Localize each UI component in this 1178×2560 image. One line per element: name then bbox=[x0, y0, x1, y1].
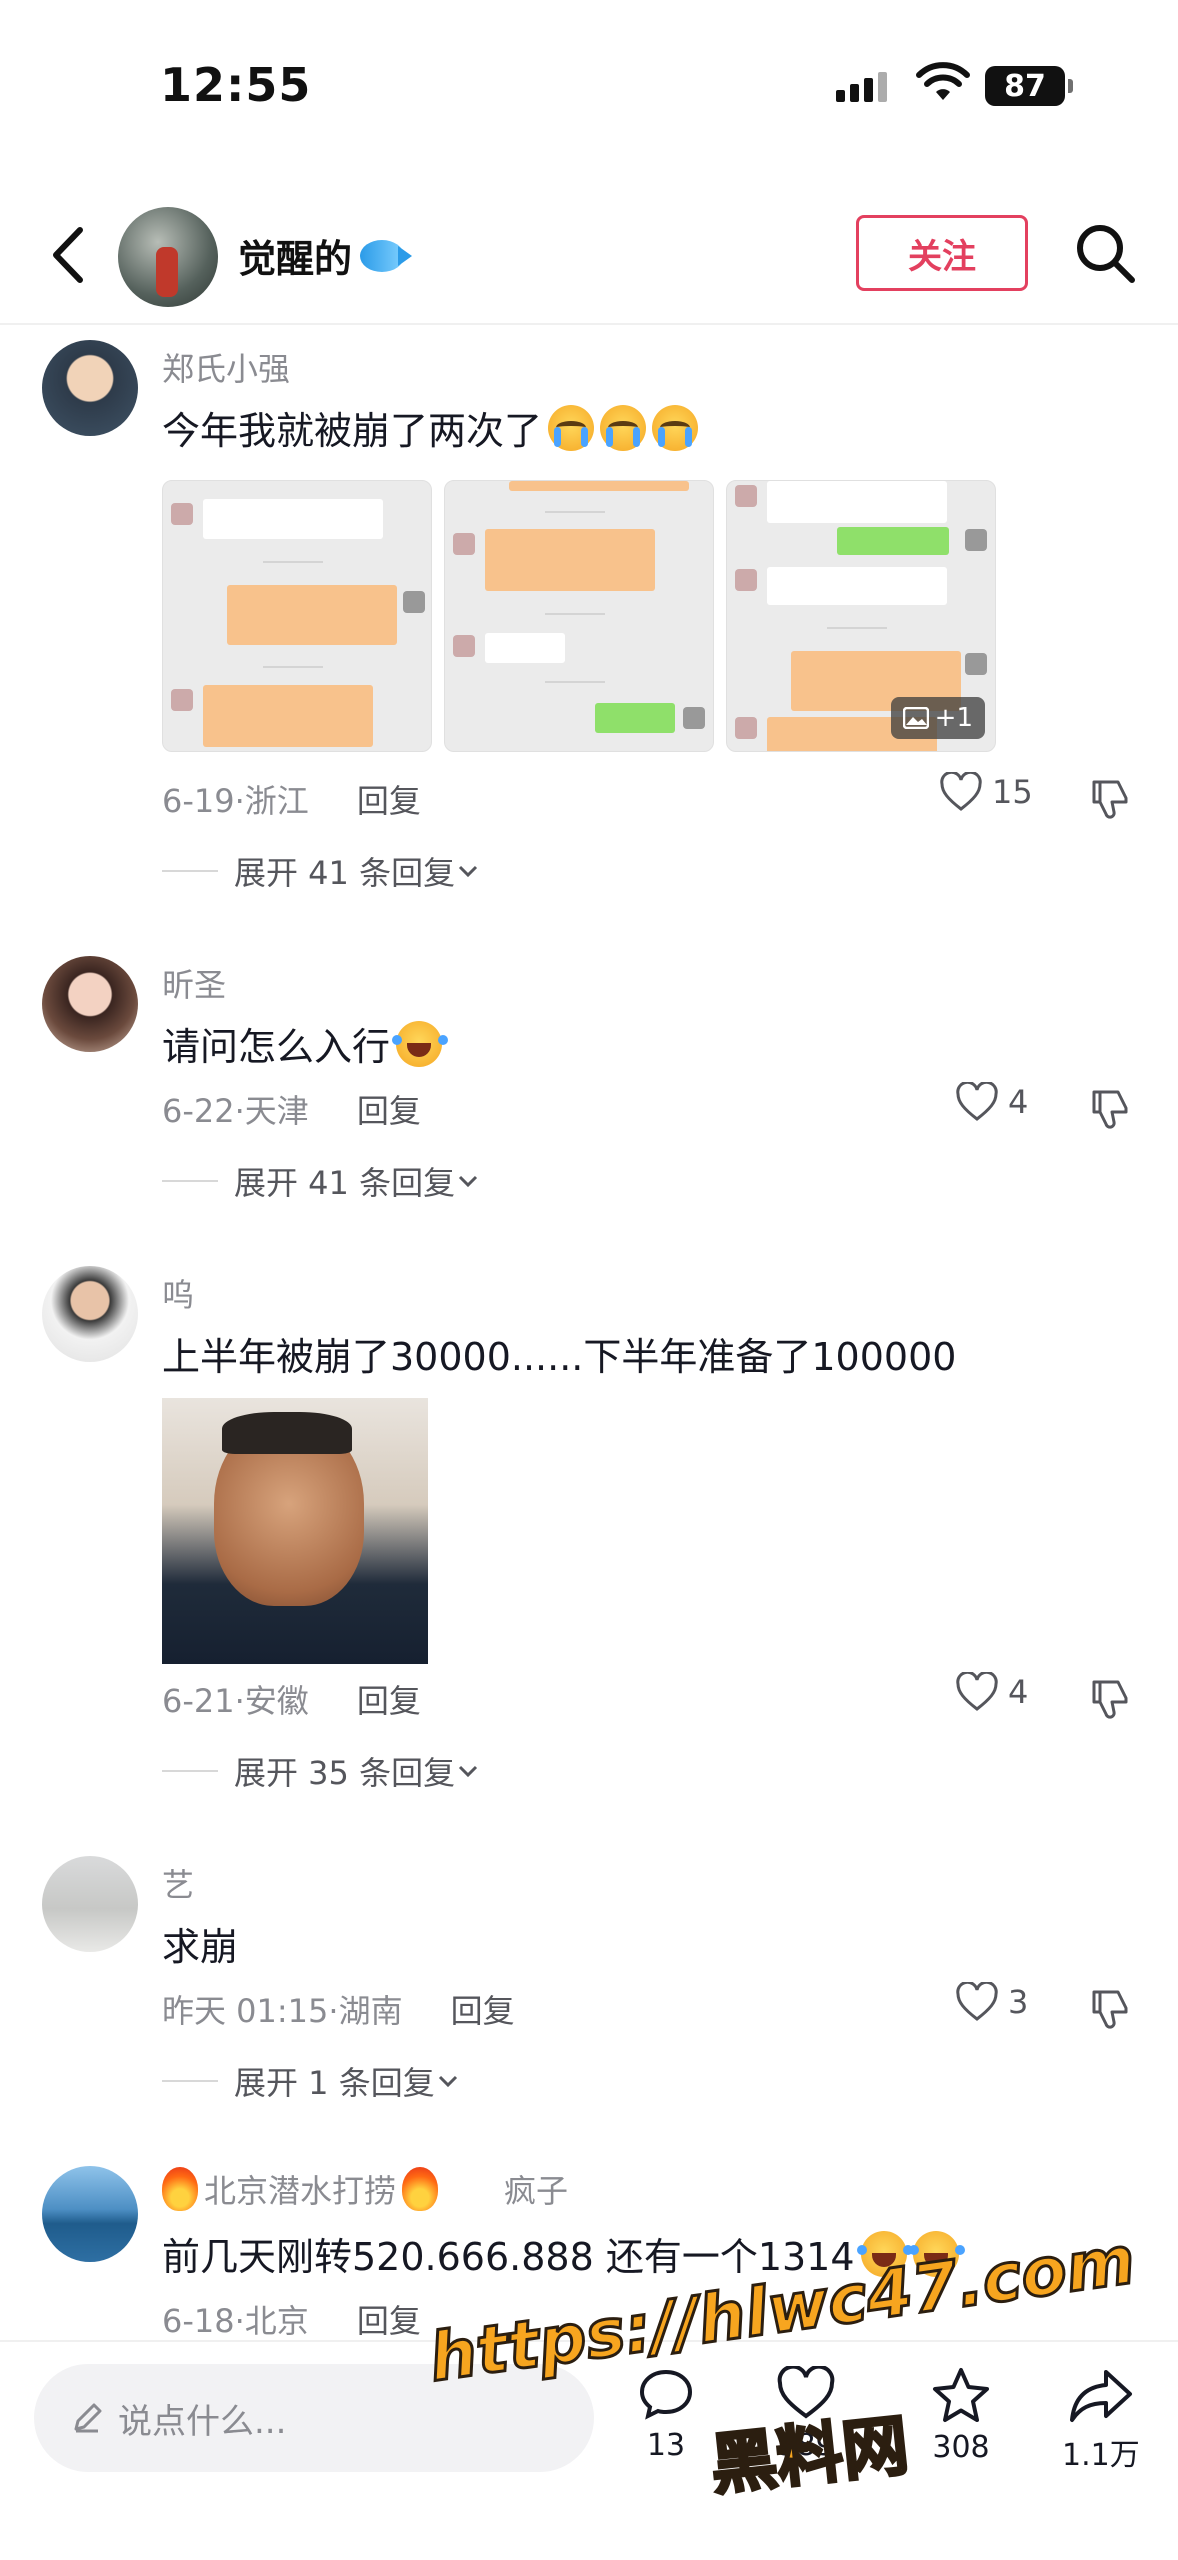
comment-meta: 6-19·浙江 回复 bbox=[162, 776, 421, 822]
fire-emoji-icon bbox=[402, 2167, 439, 2211]
comment-text-content: 求崩 bbox=[162, 1925, 239, 1969]
comment-location: 安徽 bbox=[244, 1682, 309, 1720]
commenter-avatar[interactable] bbox=[42, 1266, 138, 1362]
chat-screenshot-image[interactable] bbox=[444, 480, 714, 752]
heart-icon bbox=[956, 1082, 998, 1121]
comment-location: 浙江 bbox=[244, 782, 309, 820]
comment-date: 6-19 bbox=[162, 782, 235, 820]
comment-meta: 昨天 01:15·湖南 回复 bbox=[162, 1986, 515, 2032]
expand-replies-label: 展开 1 条回复 bbox=[234, 2064, 435, 2102]
comment-text-content: 请问怎么入行 bbox=[162, 1025, 391, 1069]
expand-replies-button[interactable]: 展开 35 条回复 bbox=[162, 1748, 481, 1794]
expand-replies-label: 展开 41 条回复 bbox=[234, 854, 456, 892]
commenter-avatar[interactable] bbox=[42, 340, 138, 436]
like-count: 3 bbox=[1008, 1983, 1029, 2021]
comment-meta: 6-18·北京 回复 bbox=[162, 2296, 421, 2342]
comment-text-content: 今年我就被崩了两次了 bbox=[162, 409, 543, 453]
image-icon bbox=[902, 707, 929, 729]
heart-icon bbox=[940, 772, 982, 811]
comment-location: 湖南 bbox=[338, 1992, 403, 2030]
comment-meta: 6-22·天津 回复 bbox=[162, 1086, 421, 1132]
commenter-avatar[interactable] bbox=[42, 1856, 138, 1952]
comment-text: 上半年被崩了30000......下半年准备了100000 bbox=[162, 1326, 956, 1381]
cellular-signal-icon bbox=[836, 72, 887, 102]
search-icon[interactable] bbox=[1070, 218, 1140, 288]
chevron-down-icon bbox=[459, 865, 478, 878]
dislike-icon[interactable] bbox=[1088, 776, 1132, 820]
status-bar: 12:55 87 bbox=[0, 0, 1178, 170]
wifi-icon bbox=[916, 62, 970, 100]
heart-icon bbox=[956, 1672, 998, 1711]
comment-username[interactable]: 呜 bbox=[162, 1270, 194, 1316]
comment-username-text: 北京潜水打捞 bbox=[204, 2172, 397, 2210]
comment-input-placeholder: 说点什么... bbox=[118, 2401, 287, 2442]
comment-image-gallery: +1 bbox=[162, 480, 996, 752]
comment-username[interactable]: 北京潜水打捞 疯子 bbox=[162, 2166, 568, 2212]
reply-button[interactable]: 回复 bbox=[357, 2296, 421, 2342]
expand-replies-button[interactable]: 展开 41 条回复 bbox=[162, 848, 481, 894]
comment-date: 6-18 bbox=[162, 2302, 235, 2340]
author-name[interactable]: 觉醒的 bbox=[238, 228, 413, 283]
cry-emoji-icon bbox=[548, 404, 595, 451]
more-images-count: +1 bbox=[934, 703, 973, 733]
comment-date: 昨天 01:15 bbox=[162, 1992, 329, 2030]
reply-button[interactable]: 回复 bbox=[357, 1676, 421, 1722]
dislike-icon[interactable] bbox=[1088, 1086, 1132, 1130]
pencil-icon bbox=[74, 2403, 102, 2433]
expand-replies-label: 展开 35 条回复 bbox=[234, 1754, 456, 1792]
dislike-icon[interactable] bbox=[1088, 1986, 1132, 2030]
more-images-badge[interactable]: +1 bbox=[890, 697, 985, 739]
chevron-down-icon bbox=[459, 1175, 478, 1188]
like-count: 15 bbox=[992, 773, 1033, 811]
follow-button[interactable]: 关注 bbox=[856, 215, 1028, 291]
cry-emoji-icon bbox=[600, 404, 647, 451]
comment-date: 6-22 bbox=[162, 1092, 235, 1130]
back-button[interactable] bbox=[40, 220, 100, 290]
comment-location: 天津 bbox=[244, 1092, 309, 1130]
like-button[interactable]: 15 bbox=[940, 772, 1033, 812]
status-time: 12:55 bbox=[160, 58, 312, 112]
dislike-icon[interactable] bbox=[1088, 1676, 1132, 1720]
comment-text-content: 前几天刚转520.666.888 还有一个1314 bbox=[162, 2235, 855, 2279]
reply-button[interactable]: 回复 bbox=[357, 776, 421, 822]
meme-image[interactable] bbox=[162, 1398, 428, 1664]
comment-date: 6-21 bbox=[162, 1682, 235, 1720]
cry-emoji-icon bbox=[652, 404, 699, 451]
author-name-text: 觉醒的 bbox=[238, 237, 353, 281]
comment-text: 求崩 bbox=[162, 1916, 238, 1971]
like-button[interactable]: 4 bbox=[956, 1672, 1028, 1712]
comment-location: 北京 bbox=[244, 2302, 309, 2340]
commenter-avatar[interactable] bbox=[42, 956, 138, 1052]
author-avatar[interactable] bbox=[118, 207, 218, 307]
expand-replies-label: 展开 41 条回复 bbox=[234, 1164, 456, 1202]
like-button[interactable]: 3 bbox=[956, 1982, 1028, 2022]
chevron-down-icon bbox=[459, 1765, 478, 1778]
comment-username[interactable]: 郑氏小强 bbox=[162, 344, 290, 390]
reply-button[interactable]: 回复 bbox=[451, 1986, 515, 2032]
battery-indicator: 87 bbox=[985, 66, 1073, 106]
comment-text: 今年我就被崩了两次了 bbox=[162, 400, 699, 455]
chat-screenshot-image[interactable]: +1 bbox=[726, 480, 996, 752]
laugh-cry-emoji-icon bbox=[392, 1020, 443, 1067]
like-count: 4 bbox=[1008, 1083, 1029, 1121]
expand-replies-button[interactable]: 展开 1 条回复 bbox=[162, 2058, 461, 2104]
header: 觉醒的 关注 bbox=[0, 190, 1178, 325]
comment-username[interactable]: 艺 bbox=[162, 1860, 194, 1906]
comment-meta: 6-21·安徽 回复 bbox=[162, 1676, 421, 1722]
chat-screenshot-image[interactable] bbox=[162, 480, 432, 752]
comment-text: 请问怎么入行 bbox=[162, 1016, 443, 1071]
commenter-avatar[interactable] bbox=[42, 2166, 138, 2262]
comment-username-suffix: 疯子 bbox=[504, 2172, 569, 2210]
fire-emoji-icon bbox=[162, 2167, 198, 2211]
like-count: 4 bbox=[1008, 1673, 1029, 1711]
fish-emoji-icon bbox=[360, 239, 413, 272]
chevron-down-icon bbox=[438, 2075, 457, 2088]
like-button[interactable]: 4 bbox=[956, 1082, 1028, 1122]
watermark-overlay: https://hlwc47.com 黑料网 bbox=[423, 2220, 1141, 2506]
heart-icon bbox=[956, 1982, 998, 2021]
reply-button[interactable]: 回复 bbox=[357, 1086, 421, 1132]
expand-replies-button[interactable]: 展开 41 条回复 bbox=[162, 1158, 481, 1204]
comment-username[interactable]: 昕圣 bbox=[162, 960, 226, 1006]
comment-text-content: 上半年被崩了30000......下半年准备了100000 bbox=[162, 1335, 957, 1379]
